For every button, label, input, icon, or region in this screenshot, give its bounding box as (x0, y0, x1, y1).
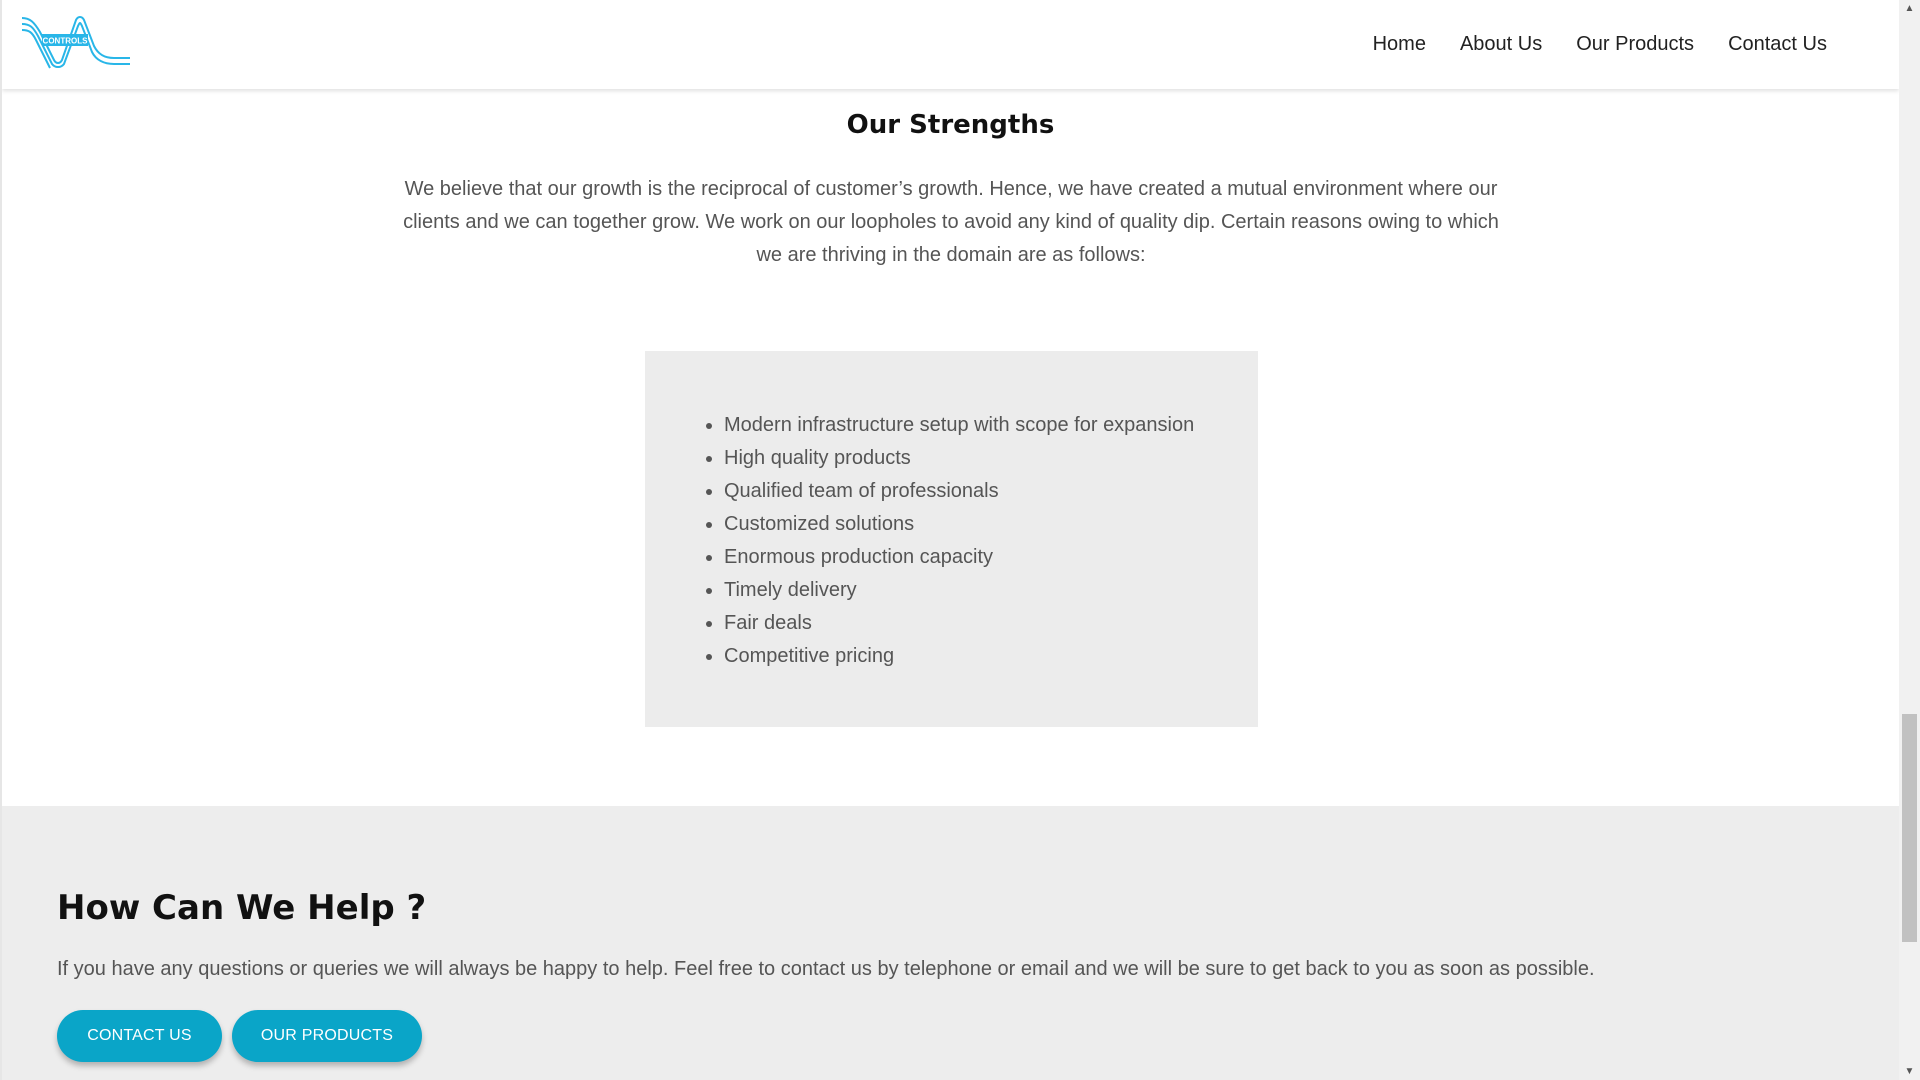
help-text: If you have any questions or queries we … (57, 958, 1595, 980)
contact-us-button[interactable]: CONTACT US (57, 1010, 222, 1062)
site-header: CONTROLS Home About Us Our Products Cont… (2, 0, 1899, 89)
nav-contact-us[interactable]: Contact Us (1728, 33, 1827, 56)
nav-our-products[interactable]: Our Products (1576, 33, 1694, 56)
company-logo[interactable]: CONTROLS (20, 12, 132, 70)
strength-item: Timely delivery (724, 574, 1258, 607)
nav-home[interactable]: Home (1373, 33, 1426, 56)
page-scrollbar[interactable]: ▲ ▼ (1899, 0, 1920, 1080)
strengths-section: Our Strengths We believe that our growth… (2, 89, 1899, 806)
our-products-button[interactable]: OUR PRODUCTS (232, 1010, 422, 1062)
strength-item: Competitive pricing (724, 640, 1258, 673)
strength-item: Qualified team of professionals (724, 475, 1258, 508)
strength-item: Enormous production capacity (724, 541, 1258, 574)
arrow-down-icon[interactable]: ▼ (1899, 1063, 1920, 1080)
help-section: How Can We Help ? If you have any questi… (2, 806, 1899, 1080)
nav-about-us[interactable]: About Us (1460, 33, 1542, 56)
help-title: How Can We Help ? (57, 888, 427, 928)
page: CONTROLS Home About Us Our Products Cont… (0, 0, 1899, 1080)
strength-item: High quality products (724, 442, 1258, 475)
strengths-list: Modern infrastructure setup with scope f… (645, 351, 1258, 673)
strengths-title: Our Strengths (846, 110, 1055, 140)
main-nav: Home About Us Our Products Contact Us (1373, 0, 1827, 89)
strength-item: Modern infrastructure setup with scope f… (724, 409, 1258, 442)
strengths-list-box: Modern infrastructure setup with scope f… (645, 351, 1258, 727)
strength-item: Customized solutions (724, 508, 1258, 541)
scrollbar-thumb[interactable] (1902, 714, 1917, 942)
logo-text: CONTROLS (43, 37, 89, 46)
arrow-up-icon[interactable]: ▲ (1899, 0, 1920, 17)
strengths-intro: We believe that our growth is the recipr… (403, 178, 1499, 266)
strength-item: Fair deals (724, 607, 1258, 640)
